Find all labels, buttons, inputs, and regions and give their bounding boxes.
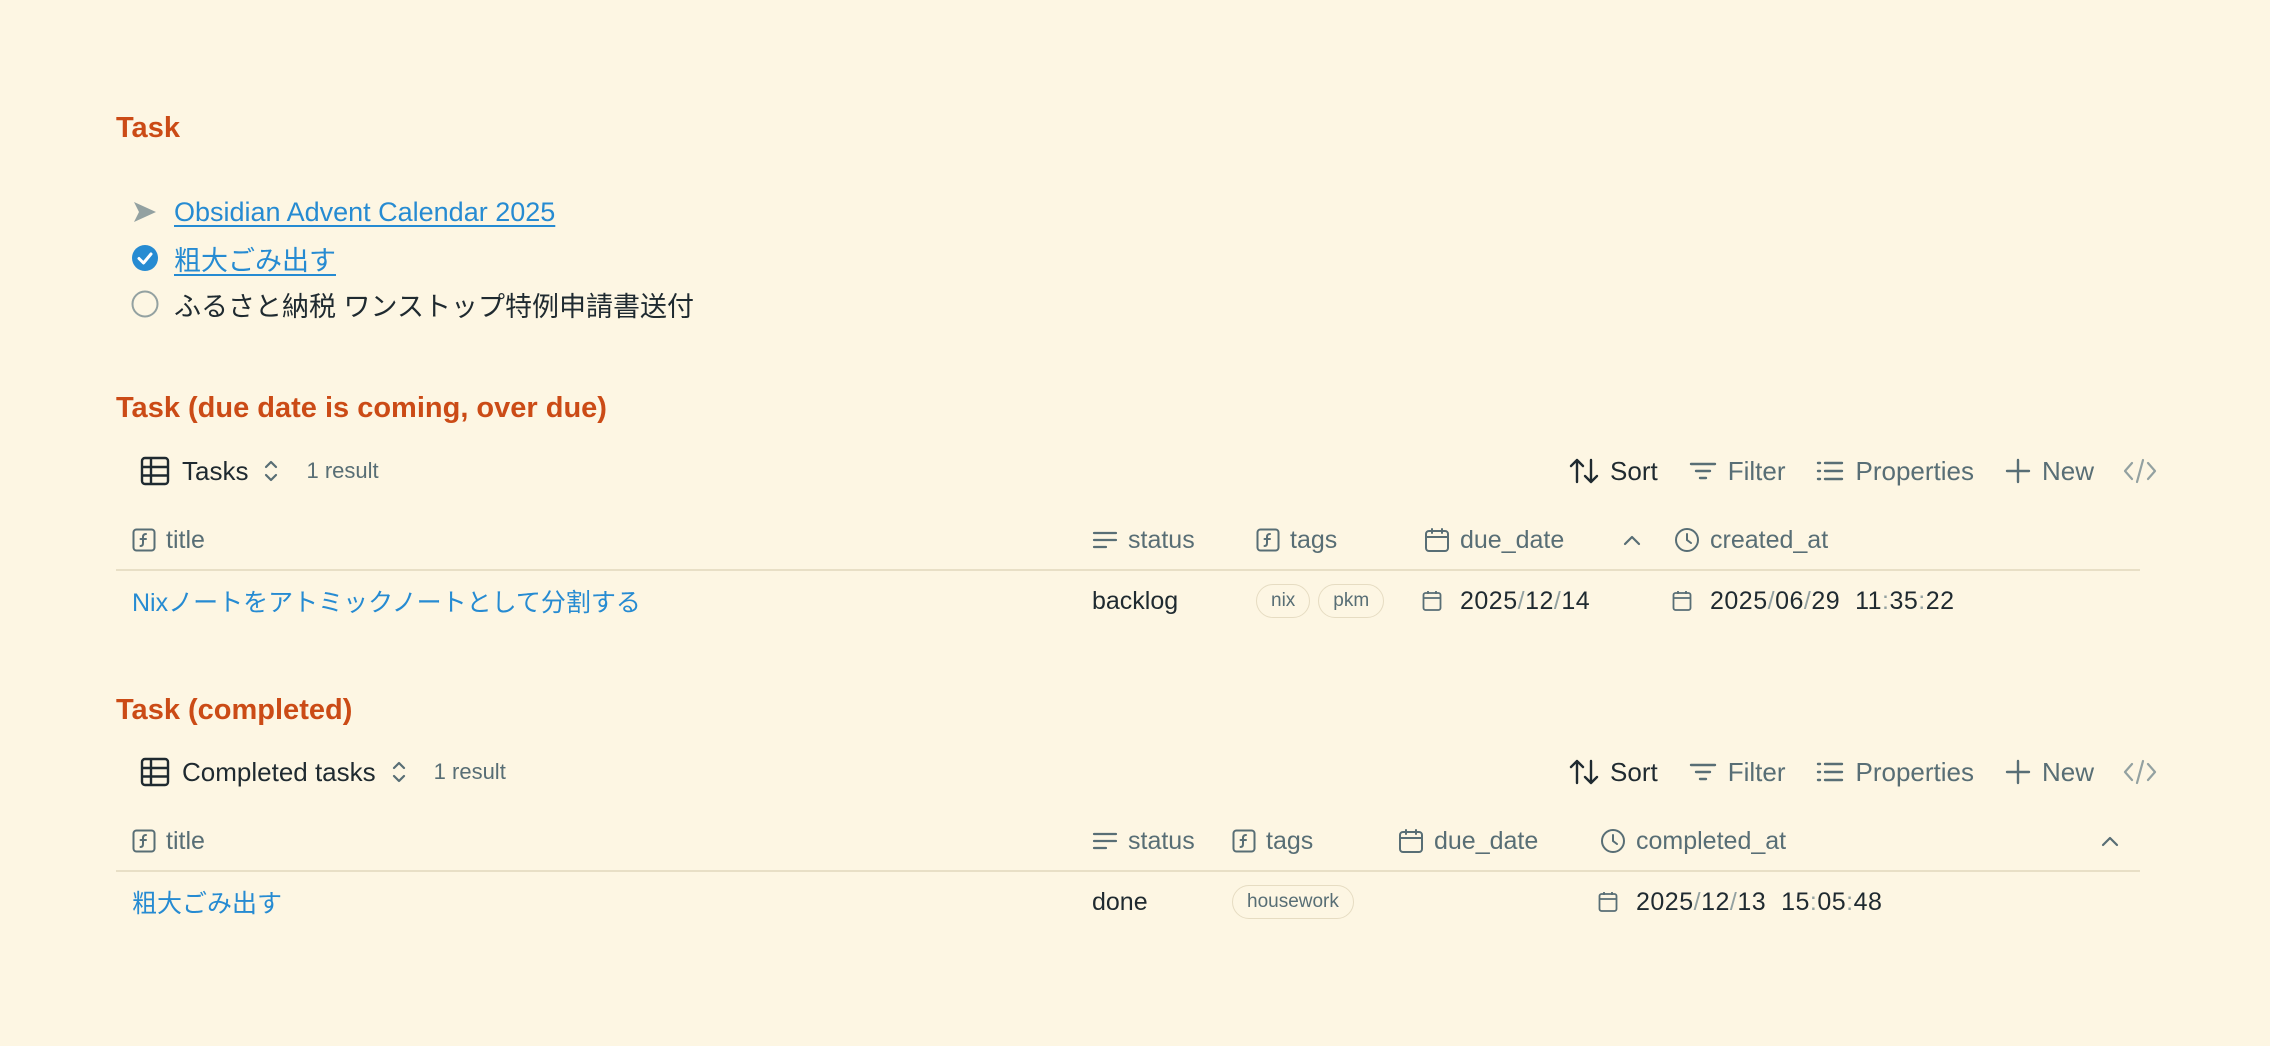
checked-circle-icon[interactable]: [130, 243, 160, 273]
formula-icon: [1256, 528, 1280, 552]
code-icon: [2123, 759, 2157, 785]
table-row: Nixノートをアトミックノートとして分割する backlog nix pkm 2…: [116, 571, 2140, 631]
task-item[interactable]: Obsidian Advent Calendar 2025: [130, 192, 555, 232]
base-toolbar: Completed tasks 1 result Sort Filter Pro…: [140, 750, 2158, 794]
row-status: done: [1092, 887, 1148, 916]
filter-button[interactable]: Filter: [1688, 456, 1785, 487]
text-lines-icon: [1092, 832, 1118, 850]
properties-button[interactable]: Properties: [1815, 456, 1974, 487]
table-header: title status tags due_date completed_at: [116, 812, 2140, 872]
chevron-up-icon: [2101, 836, 2119, 847]
section-heading-completed: Task (completed): [116, 694, 353, 726]
column-header-due-date[interactable]: due_date: [1424, 511, 1564, 569]
result-count: 1 result: [433, 759, 506, 784]
column-header-tags[interactable]: tags: [1232, 812, 1313, 870]
row-title-link[interactable]: Nixノートをアトミックノートとして分割する: [132, 571, 641, 631]
sort-arrows-icon: [1569, 458, 1599, 484]
column-header-completed-at[interactable]: completed_at: [1600, 812, 1786, 870]
plus-icon: [2005, 458, 2031, 484]
sort-button[interactable]: Sort: [1568, 756, 1658, 788]
row-due-date[interactable]: 2025/12/14: [1422, 571, 1590, 631]
row-title-link[interactable]: 粗大ごみ出す: [132, 872, 282, 932]
chevron-up-down-icon: [265, 460, 278, 482]
completed-tasks-table: title status tags due_date completed_at: [116, 812, 2140, 932]
view-name-label: Completed tasks: [182, 756, 376, 787]
list-icon: [1817, 762, 1844, 782]
sort-ascending-indicator[interactable]: [1622, 511, 1652, 569]
tag-pill[interactable]: pkm: [1318, 584, 1385, 618]
code-view-button[interactable]: [2122, 757, 2158, 787]
properties-button[interactable]: Properties: [1815, 757, 1974, 788]
task-link[interactable]: Obsidian Advent Calendar 2025: [174, 197, 555, 228]
table-icon: [140, 757, 170, 787]
filter-button[interactable]: Filter: [1688, 757, 1785, 788]
task-text: ふるさと納税 ワンストップ特例申請書送付: [174, 291, 694, 322]
row-tags: housework: [1232, 872, 1362, 932]
row-created-at[interactable]: 2025/06/29 11:35:22: [1672, 571, 1955, 631]
table-header: title status tags due_date created_at: [116, 511, 2140, 571]
column-header-title[interactable]: title: [132, 812, 205, 870]
chevron-up-down-icon: [392, 761, 405, 783]
clock-icon: [1601, 829, 1625, 853]
table-icon: [140, 456, 170, 486]
column-header-status[interactable]: status: [1092, 812, 1195, 870]
formula-icon: [132, 829, 156, 853]
note-page: Task Obsidian Advent Calendar 2025 粗大ごみ出…: [0, 0, 2270, 1046]
row-tags: nix pkm: [1256, 571, 1392, 631]
column-header-tags[interactable]: tags: [1256, 511, 1337, 569]
formula-icon: [1232, 829, 1256, 853]
view-selector[interactable]: Tasks: [140, 456, 280, 487]
chevron-up-icon: [1623, 535, 1641, 546]
task-link[interactable]: 粗大ごみ出す: [174, 239, 336, 278]
column-header-due-date[interactable]: due_date: [1398, 812, 1538, 870]
code-icon: [2123, 458, 2157, 484]
column-header-created-at[interactable]: created_at: [1674, 511, 1828, 569]
tag-pill[interactable]: housework: [1232, 885, 1354, 919]
task-item[interactable]: ふるさと納税 ワンストップ特例申請書送付: [130, 284, 694, 324]
table-row: 粗大ごみ出す done housework 2025/12/13 15:05:4…: [116, 872, 2140, 932]
section-heading-task: Task: [116, 112, 180, 144]
text-lines-icon: [1092, 531, 1118, 549]
tag-pill[interactable]: nix: [1256, 584, 1311, 618]
column-header-status[interactable]: status: [1092, 511, 1195, 569]
task-item[interactable]: 粗大ごみ出す: [130, 238, 336, 278]
sort-ascending-indicator[interactable]: [2100, 812, 2130, 870]
calendar-icon: [1399, 829, 1423, 853]
row-status: backlog: [1092, 586, 1179, 615]
sort-arrows-icon: [1569, 759, 1599, 785]
calendar-icon: [1672, 591, 1692, 611]
formula-icon: [132, 528, 156, 552]
row-completed-at[interactable]: 2025/12/13 15:05:48: [1598, 872, 1882, 932]
plus-icon: [2005, 759, 2031, 785]
sort-button[interactable]: Sort: [1568, 455, 1658, 487]
view-name-label: Tasks: [182, 455, 249, 486]
result-count: 1 result: [306, 458, 379, 483]
section-heading-due: Task (due date is coming, over due): [116, 392, 607, 424]
column-header-title[interactable]: title: [132, 511, 205, 569]
empty-circle-checkbox-icon[interactable]: [130, 289, 160, 319]
filter-icon: [1689, 763, 1716, 781]
new-button[interactable]: New: [2004, 757, 2094, 788]
tasks-table: title status tags due_date created_at Ni…: [116, 511, 2140, 631]
clock-icon: [1675, 528, 1699, 552]
base-toolbar: Tasks 1 result Sort Filter Properties Ne…: [140, 449, 2158, 493]
filter-icon: [1689, 462, 1716, 480]
calendar-icon: [1422, 591, 1442, 611]
calendar-icon: [1598, 892, 1618, 912]
new-button[interactable]: New: [2004, 456, 2094, 487]
code-view-button[interactable]: [2122, 456, 2158, 486]
view-selector[interactable]: Completed tasks: [140, 757, 408, 788]
calendar-icon: [1425, 528, 1449, 552]
list-icon: [1817, 461, 1844, 481]
send-arrow-icon[interactable]: [130, 197, 160, 227]
